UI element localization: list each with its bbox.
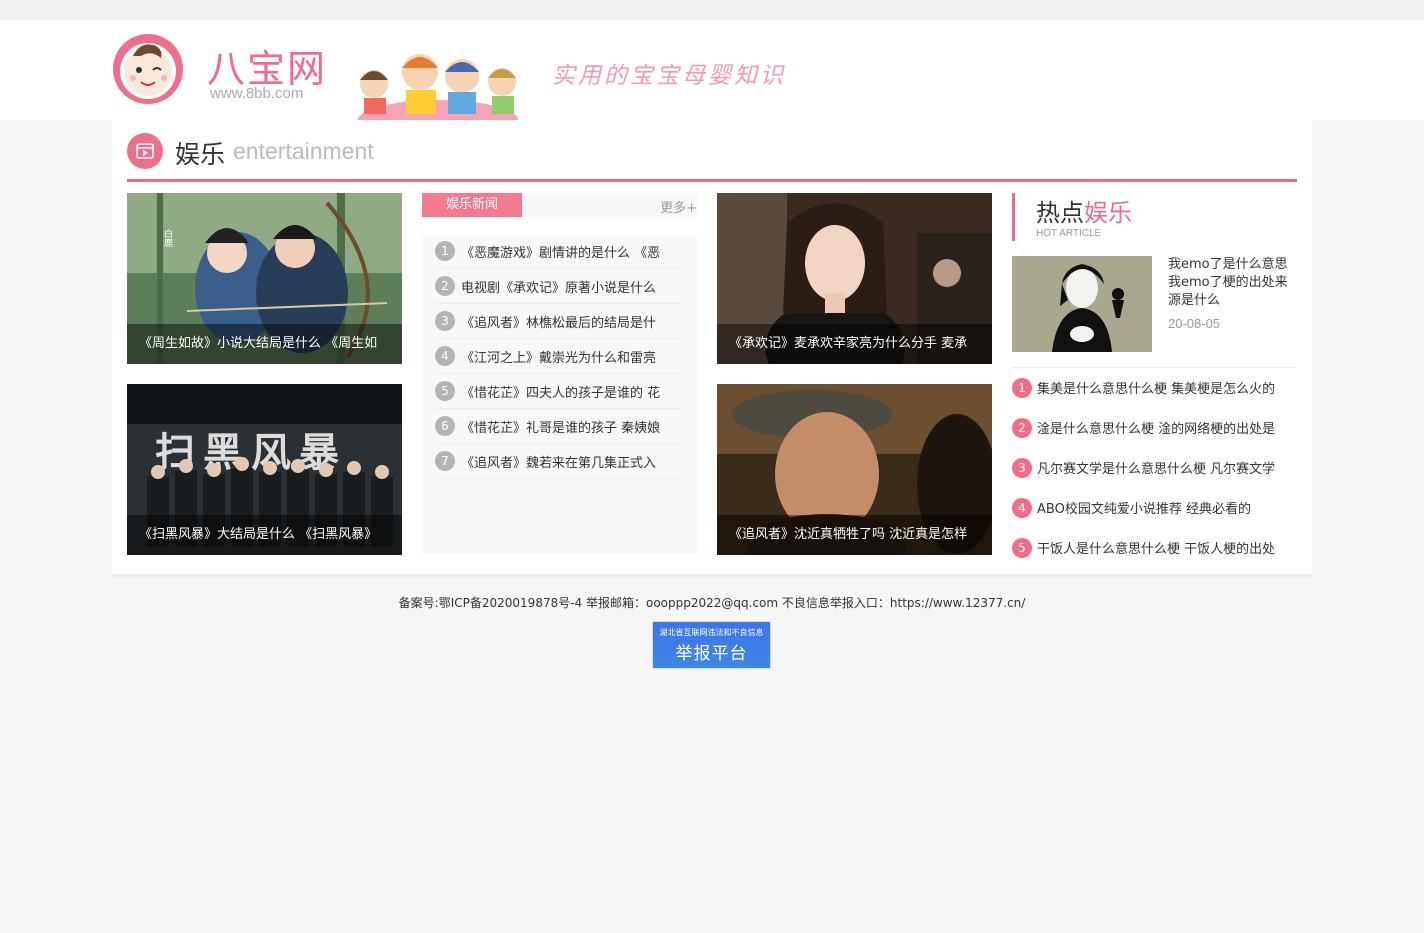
video-play-icon	[127, 133, 163, 169]
list-item[interactable]: 5 《惜花芷》四夫人的孩子是谁的 花	[435, 374, 683, 409]
more-link[interactable]: 更多+	[660, 197, 697, 216]
rank-number: 4	[1012, 498, 1032, 518]
rank-number: 5	[1012, 538, 1032, 558]
list-item-text[interactable]: ABO校园文纯爱小说推荐 经典必看的	[1037, 498, 1251, 517]
news-card[interactable]: 《承欢记》麦承欢辛家亮为什么分手 麦承	[717, 193, 992, 364]
baby-logo-icon[interactable]	[111, 32, 185, 106]
site-url: www.8bb.com	[210, 85, 304, 102]
section-header: 娱乐 entertainment	[127, 132, 1297, 182]
footer-info: 备案号:鄂ICP备2020019878号-4 举报邮箱：oooppp2022@q…	[398, 596, 1026, 610]
list-item-text[interactable]: 凡尔赛文学是什么意思什么梗 凡尔赛文学	[1037, 458, 1275, 477]
list-item-text[interactable]: 《惜花芷》礼哥是谁的孩子 秦姨娘	[461, 417, 660, 436]
rank-number: 3	[435, 311, 455, 331]
report-big-label: 举报平台	[675, 644, 748, 664]
list-item-text[interactable]: 《惜花芷》四夫人的孩子是谁的 花	[461, 382, 660, 401]
site-header: 八宝网 www.8bb.com 实用的宝宝母婴知识	[0, 20, 1424, 120]
hot-list: 1 集美是什么意思什么梗 集美梗是怎么火的 2 淦是什么意思什么梗 淦的网络梗的出处…	[1012, 378, 1300, 578]
list-item-text[interactable]: 《追风者》魏若来在第几集正式入	[461, 452, 656, 471]
hot-header: 热点 娱乐 HOT ARTICLE	[1012, 193, 1297, 241]
rank-number: 3	[1012, 458, 1032, 478]
hot-divider	[1012, 367, 1296, 368]
list-item-text[interactable]: 《追风者》林樵松最后的结局是什	[461, 312, 656, 331]
report-small-label: 湖北省互联网违法和不良信息	[659, 628, 764, 637]
rank-number: 5	[435, 381, 455, 401]
list-item[interactable]: 3 《追风者》林樵松最后的结局是什	[435, 304, 683, 339]
list-item-text[interactable]: 电视剧《承欢记》原著小说是什么	[461, 277, 656, 296]
rank-number: 1	[1012, 378, 1032, 398]
section-title: 娱乐	[175, 140, 226, 169]
hot-feature-image[interactable]	[1012, 256, 1152, 352]
card-caption[interactable]: 《周生如故》小说大结局是什么 《周生如	[127, 324, 402, 364]
list-item[interactable]: 4 ABO校园文纯爱小说推荐 经典必看的	[1012, 498, 1300, 538]
hot-feature-title[interactable]: 我emo了是什么意思 我emo了梗的出处来源是什么	[1168, 256, 1300, 310]
kids-illustration	[358, 54, 518, 120]
list-item[interactable]: 6 《惜花芷》礼哥是谁的孩子 秦姨娘	[435, 409, 683, 444]
list-item[interactable]: 7 《追风者》魏若来在第几集正式入	[435, 444, 683, 479]
news-card[interactable]: 白鹿 《周生如故》小说大结局是什么 《周生如	[127, 193, 402, 364]
news-list: 1 《恶魔游戏》剧情讲的是什么 《恶 2 电视剧《承欢记》原著小说是什么 3 《追风者…	[435, 234, 683, 479]
card-caption[interactable]: 《承欢记》麦承欢辛家亮为什么分手 麦承	[717, 324, 992, 364]
site-slogan: 实用的宝宝母婴知识	[552, 63, 786, 89]
hot-title-b: 娱乐	[1084, 199, 1132, 227]
list-item-text[interactable]: 《江河之上》戴崇光为什么和雷亮	[461, 347, 656, 366]
list-item-text[interactable]: 《恶魔游戏》剧情讲的是什么 《恶	[461, 242, 660, 261]
hot-subtitle: HOT ARTICLE	[1036, 228, 1102, 239]
list-item-text[interactable]: 干饭人是什么意思什么梗 干饭人梗的出处	[1037, 538, 1275, 557]
rank-number: 4	[435, 346, 455, 366]
list-item-text[interactable]: 集美是什么意思什么梗 集美梗是怎么火的	[1037, 378, 1275, 397]
rank-number: 6	[435, 416, 455, 436]
list-item[interactable]: 2 淦是什么意思什么梗 淦的网络梗的出处是	[1012, 418, 1300, 458]
rank-number: 2	[1012, 418, 1032, 438]
report-platform-button[interactable]: 湖北省互联网违法和不良信息 举报平台	[652, 621, 771, 669]
news-card[interactable]: 扫黑风暴 《扫黑风暴》大结局是什么 《扫黑风暴》	[127, 384, 402, 555]
rank-number: 7	[435, 451, 455, 471]
rank-number: 2	[435, 276, 455, 296]
top-strip	[0, 0, 1424, 20]
list-item[interactable]: 1 集美是什么意思什么梗 集美梗是怎么火的	[1012, 378, 1300, 418]
list-item[interactable]: 1 《恶魔游戏》剧情讲的是什么 《恶	[435, 234, 683, 269]
list-item[interactable]: 3 凡尔赛文学是什么意思什么梗 凡尔赛文学	[1012, 458, 1300, 498]
card-caption[interactable]: 《扫黑风暴》大结局是什么 《扫黑风暴》	[127, 515, 402, 555]
hot-feature-date: 20-08-05	[1168, 316, 1221, 331]
entertainment-section: 娱乐 entertainment 白鹿 《周生如故》小说大结局是什么 《周生如 …	[112, 120, 1312, 577]
news-list-box: 娱乐新闻 更多+ 1 《恶魔游戏》剧情讲的是什么 《恶 2 电视剧《承欢记》原著小说…	[422, 193, 697, 554]
hot-title-a: 热点	[1036, 199, 1084, 227]
rank-number: 1	[435, 241, 455, 261]
list-item-text[interactable]: 淦是什么意思什么梗 淦的网络梗的出处是	[1037, 418, 1275, 437]
section-title-en: entertainment	[233, 138, 374, 164]
news-card[interactable]: 《追风者》沈近真牺牲了吗 沈近真是怎样	[717, 384, 992, 555]
card-poster-text: 白鹿	[162, 228, 173, 248]
list-item[interactable]: 4 《江河之上》戴崇光为什么和雷亮	[435, 339, 683, 374]
list-item[interactable]: 2 电视剧《承欢记》原著小说是什么	[435, 269, 683, 304]
news-tab[interactable]: 娱乐新闻	[422, 193, 522, 217]
card-caption[interactable]: 《追风者》沈近真牺牲了吗 沈近真是怎样	[717, 515, 992, 555]
list-item[interactable]: 5 干饭人是什么意思什么梗 干饭人梗的出处	[1012, 538, 1300, 578]
